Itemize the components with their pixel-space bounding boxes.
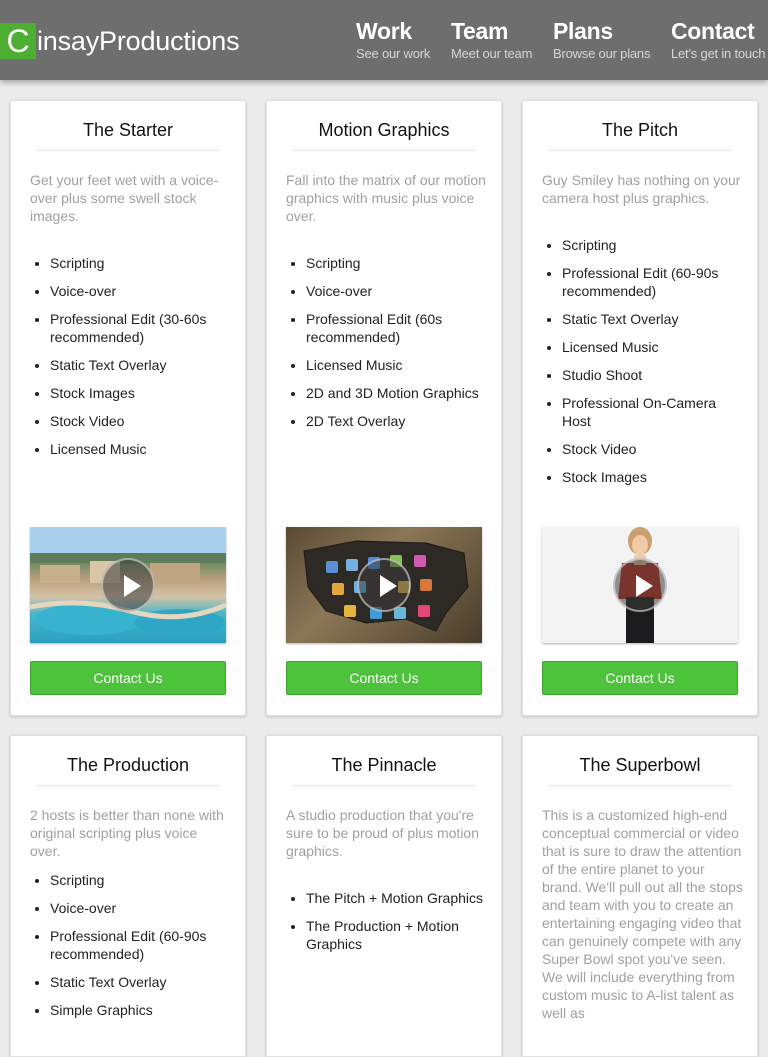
nav-contact-label: Contact xyxy=(671,18,755,44)
feature-item: Professional On-Camera Host xyxy=(562,394,743,430)
feature-item: The Pitch + Motion Graphics xyxy=(306,889,487,907)
feature-item: Static Text Overlay xyxy=(50,973,231,991)
play-icon[interactable] xyxy=(613,558,667,612)
card-description: 2 hosts is better than none with origina… xyxy=(30,807,224,859)
card-description: Get your feet wet with a voice-over plus… xyxy=(30,172,219,224)
card-title: The Pinnacle xyxy=(292,754,476,786)
nav-team-sub: Meet our team xyxy=(451,46,533,61)
feature-item: Professional Edit (60-90s recommended) xyxy=(562,264,743,300)
card-description: Guy Smiley has nothing on your camera ho… xyxy=(542,172,741,206)
nav-plans-label: Plans xyxy=(553,18,613,44)
feature-item: Professional Edit (60-90s recommended) xyxy=(50,927,231,963)
feature-item: Simple Graphics xyxy=(50,1001,231,1019)
nav-team[interactable]: Team Meet our team xyxy=(451,18,532,62)
card-description: A studio production that you're sure to … xyxy=(286,807,480,859)
video-thumbnail-map[interactable] xyxy=(286,527,482,643)
feature-item: Static Text Overlay xyxy=(50,356,231,374)
feature-item: Licensed Music xyxy=(562,338,743,356)
feature-item: Scripting xyxy=(50,254,231,272)
feature-item: Scripting xyxy=(306,254,487,272)
card-title: Motion Graphics xyxy=(292,119,476,151)
feature-item: Scripting xyxy=(562,236,743,254)
feature-item: Licensed Music xyxy=(50,440,231,458)
plan-card-pinnacle: The Pinnacle A studio production that yo… xyxy=(266,735,502,1057)
nav-plans[interactable]: Plans Browse our plans xyxy=(553,18,650,62)
card-title: The Pitch xyxy=(548,119,732,151)
feature-item: Scripting xyxy=(50,871,231,889)
feature-item: Professional Edit (60s recommended) xyxy=(306,310,487,346)
nav-plans-sub: Browse our plans xyxy=(553,46,651,61)
feature-item: The Production + Motion Graphics xyxy=(306,917,487,953)
play-icon[interactable] xyxy=(101,558,155,612)
nav-work-label: Work xyxy=(356,18,412,44)
nav-work-sub: See our work xyxy=(356,46,431,61)
video-thumbnail-host[interactable] xyxy=(542,527,738,643)
feature-item: Voice-over xyxy=(50,899,231,917)
card-description: This is a customized high-end conceptual… xyxy=(542,807,743,1021)
feature-item: Studio Shoot xyxy=(562,366,743,384)
contact-us-button[interactable]: Contact Us xyxy=(542,661,738,695)
feature-item: Stock Images xyxy=(562,468,743,486)
logo-text: insayProductions xyxy=(37,25,240,56)
play-icon[interactable] xyxy=(357,558,411,612)
card-title: The Superbowl xyxy=(548,754,732,786)
plan-card-production: The Production 2 hosts is better than no… xyxy=(10,735,246,1057)
feature-list: Scripting Professional Edit (60-90s reco… xyxy=(542,236,743,496)
feature-item: Voice-over xyxy=(306,282,487,300)
feature-item: Stock Video xyxy=(50,412,231,430)
feature-list: Scripting Voice-over Professional Edit (… xyxy=(30,871,231,1029)
contact-us-button[interactable]: Contact Us xyxy=(286,661,482,695)
plan-card-motion-graphics: Motion Graphics Fall into the matrix of … xyxy=(266,100,502,716)
logo-mark: C xyxy=(0,23,36,59)
nav-team-label: Team xyxy=(451,18,509,44)
nav-contact[interactable]: Contact Let's get in touch xyxy=(671,18,765,62)
card-title: The Production xyxy=(36,754,220,786)
feature-item: Licensed Music xyxy=(306,356,487,374)
nav-work[interactable]: Work See our work xyxy=(356,18,430,62)
feature-item: 2D Text Overlay xyxy=(306,412,487,430)
feature-list: The Pitch + Motion Graphics The Producti… xyxy=(286,889,487,963)
video-thumbnail-resort[interactable] xyxy=(30,527,226,643)
feature-list: Scripting Voice-over Professional Edit (… xyxy=(30,254,231,468)
feature-list: Scripting Voice-over Professional Edit (… xyxy=(286,254,487,440)
feature-item: Stock Video xyxy=(562,440,743,458)
logo[interactable]: C insayProductions xyxy=(0,23,240,59)
feature-item: 2D and 3D Motion Graphics xyxy=(306,384,487,402)
plan-card-starter: The Starter Get your feet wet with a voi… xyxy=(10,100,246,716)
plan-card-pitch: The Pitch Guy Smiley has nothing on your… xyxy=(522,100,758,716)
card-title: The Starter xyxy=(36,119,220,151)
plan-card-superbowl: The Superbowl This is a customized high-… xyxy=(522,735,758,1057)
site-header: C insayProductions Work See our work Tea… xyxy=(0,0,768,80)
contact-us-button[interactable]: Contact Us xyxy=(30,661,226,695)
card-description: Fall into the matrix of our motion graph… xyxy=(286,172,486,224)
feature-item: Stock Images xyxy=(50,384,231,402)
feature-item: Professional Edit (30-60s recommended) xyxy=(50,310,231,346)
feature-item: Static Text Overlay xyxy=(562,310,743,328)
feature-item: Voice-over xyxy=(50,282,231,300)
nav-contact-sub: Let's get in touch xyxy=(671,46,766,61)
